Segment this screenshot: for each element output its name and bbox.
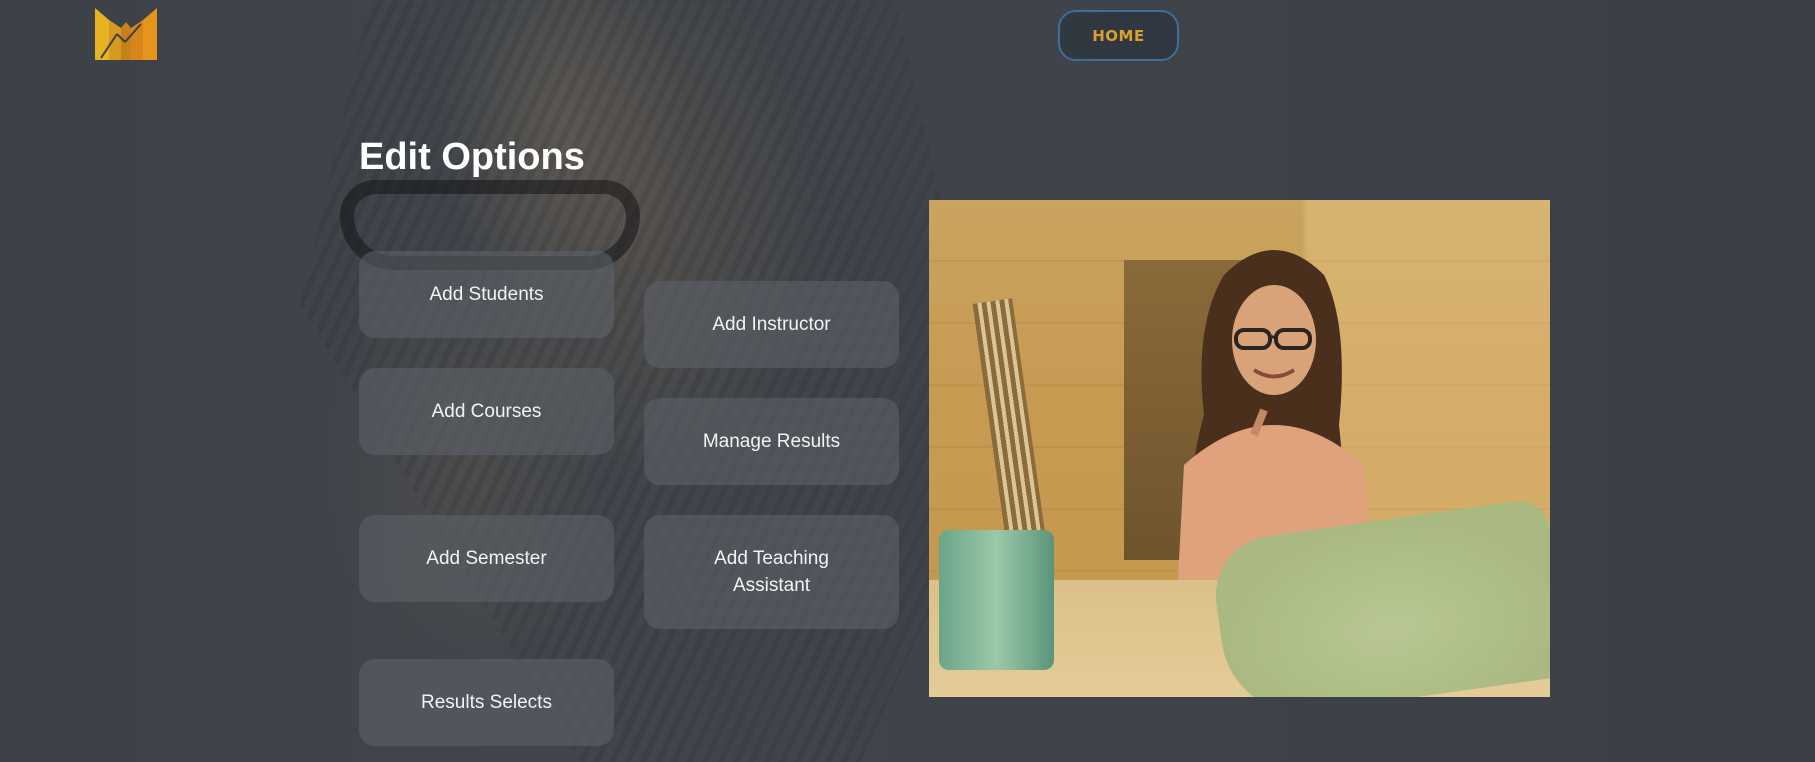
results-selects-button[interactable]: Results Selects xyxy=(359,659,614,746)
photo-paint-jar xyxy=(939,530,1054,670)
add-semester-button[interactable]: Add Semester xyxy=(359,515,614,602)
logo[interactable] xyxy=(95,8,157,60)
add-courses-button[interactable]: Add Courses xyxy=(359,368,614,455)
woman-painting-photo xyxy=(929,200,1550,697)
add-teaching-assistant-button[interactable]: Add Teaching Assistant xyxy=(644,515,899,629)
manage-results-button[interactable]: Manage Results xyxy=(644,398,899,485)
add-instructor-button[interactable]: Add Instructor xyxy=(644,281,899,368)
add-students-button[interactable]: Add Students xyxy=(359,251,614,338)
bar-chart-logo-icon xyxy=(95,8,157,60)
home-button[interactable]: HOME xyxy=(1058,10,1179,61)
page-title: Edit Options xyxy=(359,136,585,178)
